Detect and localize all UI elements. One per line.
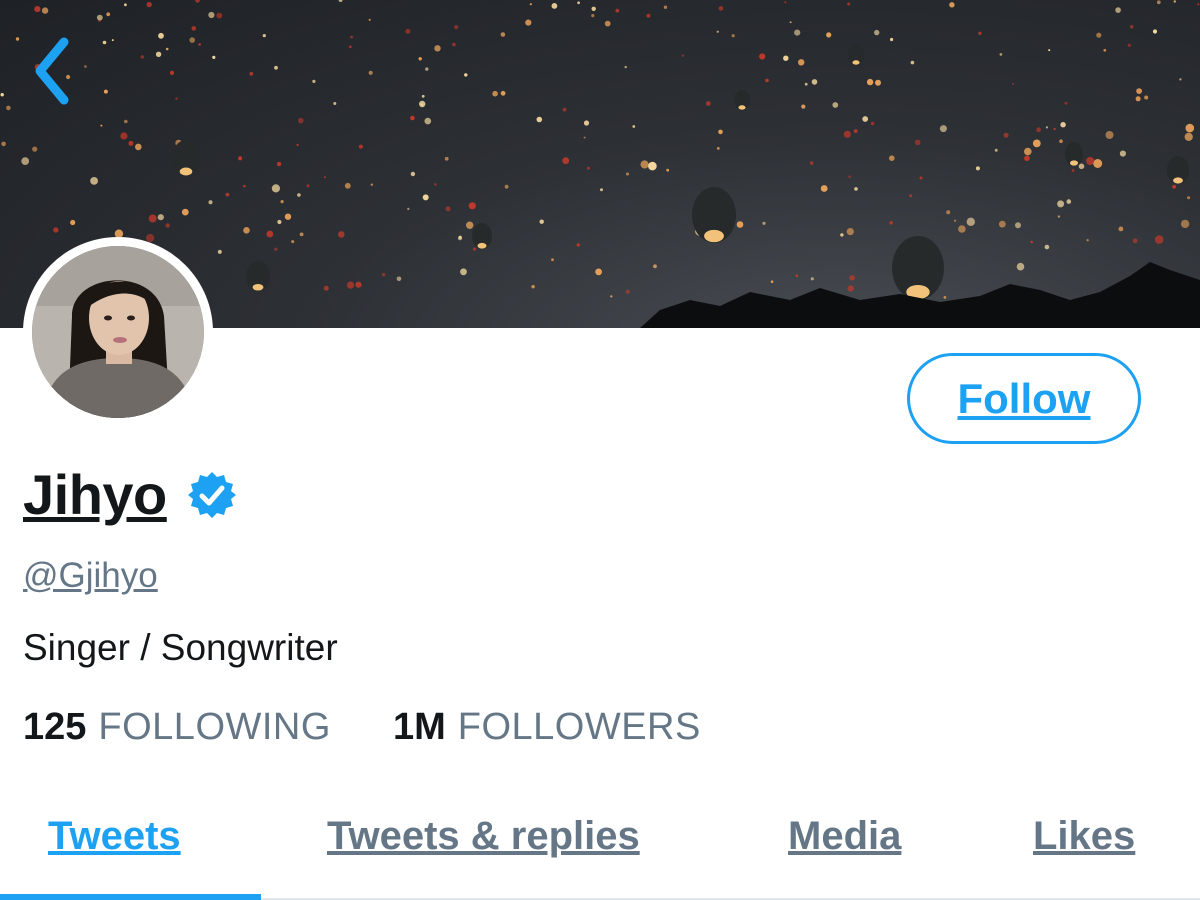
following-stat[interactable]: 125 FOLLOWING: [23, 706, 331, 749]
following-count: 125: [23, 706, 87, 748]
tab-tweets-and-replies[interactable]: Tweets & replies: [327, 814, 640, 859]
active-tab-indicator: [0, 894, 261, 900]
tab-likes[interactable]: Likes: [1033, 814, 1135, 859]
avatar-image: [32, 246, 204, 418]
profile-tabs: Tweets Tweets & replies Media Likes: [0, 790, 1200, 900]
avatar[interactable]: [23, 237, 213, 427]
followers-label: FOLLOWERS: [457, 706, 701, 748]
followers-count: 1M: [392, 706, 446, 748]
verified-badge-icon: [187, 471, 236, 518]
display-name: Jihyo: [23, 463, 167, 526]
profile-screen: Follow Jihyo @Gjihyo Singer / Songwriter…: [0, 0, 1200, 900]
profile-bio: Singer / Songwriter: [23, 627, 338, 668]
back-button[interactable]: [30, 36, 90, 108]
display-name-row: Jihyo: [23, 462, 237, 527]
tab-tweets[interactable]: Tweets: [48, 814, 181, 859]
tab-media[interactable]: Media: [788, 814, 901, 859]
chevron-left-icon: [35, 37, 69, 105]
follow-button[interactable]: Follow: [907, 353, 1141, 444]
following-label: FOLLOWING: [98, 706, 331, 748]
follow-button-label: Follow: [957, 374, 1091, 422]
profile-stats: 125 FOLLOWING 1M FOLLOWERS: [23, 706, 701, 749]
followers-stat[interactable]: 1M FOLLOWERS: [393, 706, 701, 749]
username-handle[interactable]: @Gjihyo: [23, 556, 158, 596]
